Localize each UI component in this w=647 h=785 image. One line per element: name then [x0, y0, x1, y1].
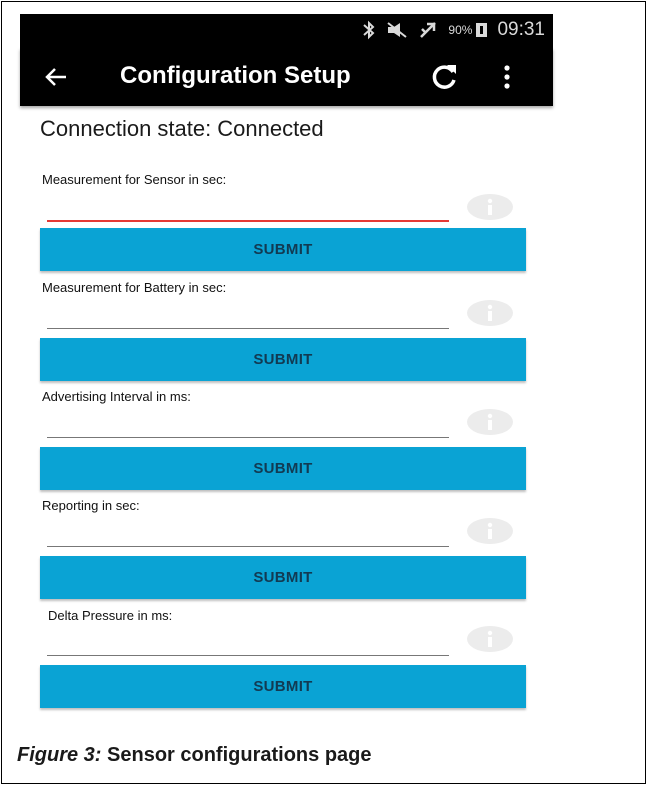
- bluetooth-icon: [362, 20, 376, 40]
- refresh-icon[interactable]: [428, 60, 460, 92]
- info-icon[interactable]: [466, 299, 514, 327]
- page-title: Configuration Setup: [120, 62, 351, 89]
- submit-battery-interval-button[interactable]: SUBMIT: [40, 338, 526, 381]
- battery-icon: [476, 23, 488, 37]
- figure-number: Figure 3:: [17, 744, 102, 766]
- reporting-interval-label: Reporting in sec:: [42, 498, 140, 513]
- battery-percent: 90%: [448, 23, 473, 37]
- more-vert-icon[interactable]: [502, 64, 512, 90]
- figure-caption: Figure 3: Sensor configurations page: [17, 744, 372, 767]
- submit-sensor-interval-button[interactable]: SUBMIT: [40, 228, 526, 271]
- connection-state-value: Connected: [217, 116, 324, 141]
- sensor-interval-input[interactable]: [47, 194, 449, 222]
- app-bar: Configuration Setup: [20, 48, 553, 106]
- info-icon[interactable]: [466, 193, 514, 221]
- connection-state: Connection state: Connected: [40, 116, 324, 142]
- status-bar: 90% 09:31: [20, 14, 553, 48]
- info-icon[interactable]: [466, 625, 514, 653]
- reporting-interval-input[interactable]: [47, 520, 449, 547]
- advertising-interval-input[interactable]: [47, 411, 449, 438]
- advertising-interval-label: Advertising Interval in ms:: [42, 389, 191, 404]
- delta-pressure-label: Delta Pressure in ms:: [48, 608, 173, 623]
- info-icon[interactable]: [466, 408, 514, 436]
- airplane-mode-icon: [418, 20, 438, 40]
- muted-icon: [386, 21, 408, 39]
- delta-pressure-input[interactable]: [47, 629, 449, 656]
- submit-delta-pressure-button[interactable]: SUBMIT: [40, 665, 526, 708]
- status-time: 09:31: [497, 19, 545, 40]
- connection-state-label: Connection state:: [40, 116, 212, 141]
- battery-interval-label: Measurement for Battery in sec:: [42, 280, 227, 295]
- back-arrow-icon[interactable]: [40, 61, 72, 93]
- submit-advertising-interval-button[interactable]: SUBMIT: [40, 447, 526, 490]
- info-icon[interactable]: [466, 517, 514, 545]
- phone-screen: 90% 09:31 Configuration Setup Connection…: [20, 14, 553, 708]
- submit-reporting-interval-button[interactable]: SUBMIT: [40, 556, 526, 599]
- battery-interval-input[interactable]: [47, 302, 449, 329]
- sensor-interval-label: Measurement for Sensor in sec:: [42, 172, 227, 187]
- figure-caption-text: Sensor configurations page: [107, 744, 372, 766]
